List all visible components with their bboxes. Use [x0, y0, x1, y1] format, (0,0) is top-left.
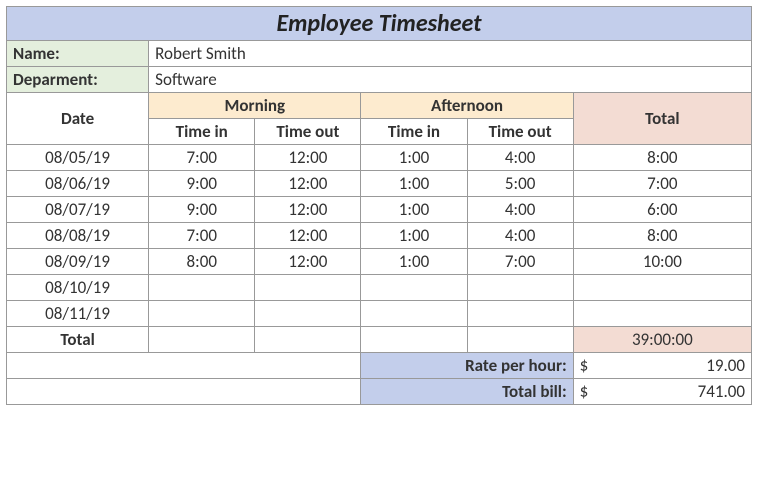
cell-date: 08/05/19 — [7, 145, 149, 171]
cell-m-out — [255, 275, 361, 301]
header-total: Total — [573, 93, 751, 145]
table-row: 08/09/19 8:00 12:00 1:00 7:00 10:00 — [7, 249, 752, 275]
cell-date: 08/08/19 — [7, 223, 149, 249]
rate-amount: 19.00 — [706, 355, 745, 376]
header-morning-out: Time out — [255, 119, 361, 145]
cell-date: 08/11/19 — [7, 301, 149, 327]
empty-cell — [467, 327, 573, 353]
table-row: 08/06/19 9:00 12:00 1:00 5:00 7:00 — [7, 171, 752, 197]
cell-a-out — [467, 275, 573, 301]
cell-date: 08/06/19 — [7, 171, 149, 197]
cell-a-out: 7:00 — [467, 249, 573, 275]
cell-total — [573, 275, 751, 301]
cell-m-out: 12:00 — [255, 145, 361, 171]
header-date: Date — [7, 93, 149, 145]
cell-m-in: 9:00 — [149, 171, 255, 197]
cell-date: 08/09/19 — [7, 249, 149, 275]
cell-m-out: 12:00 — [255, 197, 361, 223]
cell-a-in: 1:00 — [361, 171, 467, 197]
empty-cell — [7, 353, 361, 379]
empty-cell — [255, 327, 361, 353]
cell-m-out — [255, 301, 361, 327]
cell-date: 08/07/19 — [7, 197, 149, 223]
cell-a-out: 4:00 — [467, 145, 573, 171]
cell-a-in: 1:00 — [361, 249, 467, 275]
cell-total: 8:00 — [573, 145, 751, 171]
header-afternoon-out: Time out — [467, 119, 573, 145]
cell-a-in — [361, 301, 467, 327]
cell-a-out: 5:00 — [467, 171, 573, 197]
name-label: Name: — [7, 41, 149, 67]
department-label: Deparment: — [7, 67, 149, 93]
cell-m-in — [149, 301, 255, 327]
header-afternoon-in: Time in — [361, 119, 467, 145]
cell-a-out: 4:00 — [467, 197, 573, 223]
cell-m-in: 7:00 — [149, 223, 255, 249]
cell-a-in — [361, 275, 467, 301]
bill-amount: 741.00 — [698, 381, 745, 402]
cell-a-out: 4:00 — [467, 223, 573, 249]
cell-total: 10:00 — [573, 249, 751, 275]
cell-m-out: 12:00 — [255, 171, 361, 197]
cell-m-out: 12:00 — [255, 249, 361, 275]
empty-cell — [361, 327, 467, 353]
header-morning-in: Time in — [149, 119, 255, 145]
cell-a-in: 1:00 — [361, 145, 467, 171]
sheet-title: Employee Timesheet — [7, 7, 752, 41]
cell-m-out: 12:00 — [255, 223, 361, 249]
cell-total: 6:00 — [573, 197, 751, 223]
table-row: 08/10/19 — [7, 275, 752, 301]
bill-value: $ 741.00 — [573, 379, 751, 405]
name-value: Robert Smith — [149, 41, 752, 67]
footer-total-label: Total — [7, 327, 149, 353]
department-value: Software — [149, 67, 752, 93]
cell-total: 7:00 — [573, 171, 751, 197]
cell-total: 8:00 — [573, 223, 751, 249]
cell-a-in: 1:00 — [361, 197, 467, 223]
cell-m-in: 7:00 — [149, 145, 255, 171]
bill-label: Total bill: — [361, 379, 573, 405]
empty-cell — [149, 327, 255, 353]
table-row: 08/05/19 7:00 12:00 1:00 4:00 8:00 — [7, 145, 752, 171]
cell-m-in — [149, 275, 255, 301]
table-row: 08/11/19 — [7, 301, 752, 327]
footer-total-hours: 39:00:00 — [573, 327, 751, 353]
cell-a-in: 1:00 — [361, 223, 467, 249]
currency-symbol: $ — [580, 355, 589, 376]
header-morning: Morning — [149, 93, 361, 119]
cell-a-out — [467, 301, 573, 327]
currency-symbol: $ — [580, 381, 589, 402]
empty-cell — [7, 379, 361, 405]
cell-m-in: 9:00 — [149, 197, 255, 223]
cell-total — [573, 301, 751, 327]
rate-value: $ 19.00 — [573, 353, 751, 379]
timesheet-table: Employee Timesheet Name: Robert Smith De… — [6, 6, 752, 405]
table-row: 08/08/19 7:00 12:00 1:00 4:00 8:00 — [7, 223, 752, 249]
table-row: 08/07/19 9:00 12:00 1:00 4:00 6:00 — [7, 197, 752, 223]
cell-date: 08/10/19 — [7, 275, 149, 301]
cell-m-in: 8:00 — [149, 249, 255, 275]
header-afternoon: Afternoon — [361, 93, 573, 119]
rate-label: Rate per hour: — [361, 353, 573, 379]
